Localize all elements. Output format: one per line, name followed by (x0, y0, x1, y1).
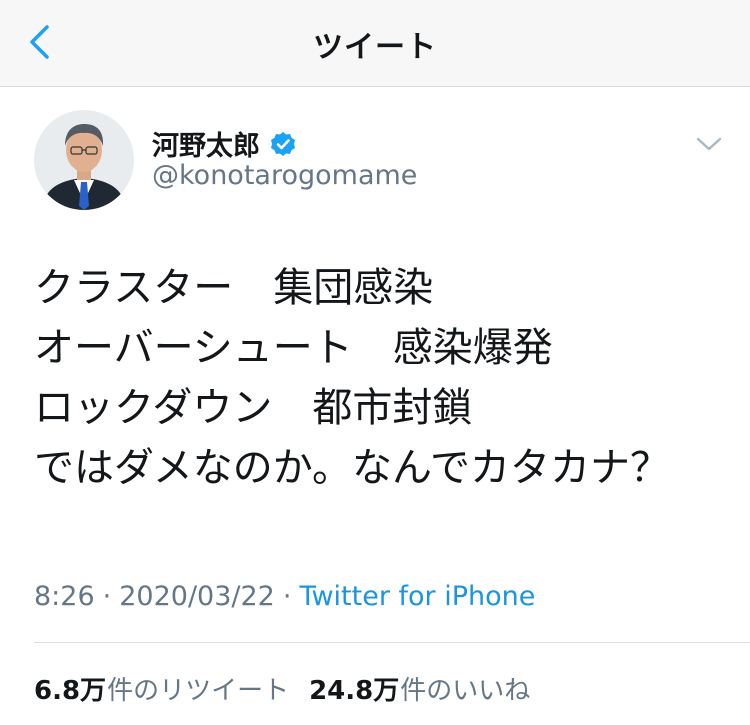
author-name[interactable]: 河野太郎 (152, 124, 260, 163)
likes-label: 件のいいね (400, 676, 531, 706)
tweet-menu-button[interactable] (694, 134, 724, 154)
author-handle[interactable]: @konotarogomame (152, 160, 417, 191)
tweet-source-link[interactable]: Twitter for iPhone (299, 581, 535, 612)
tweet-meta: 8:26 · 2020/03/22 · Twitter for iPhone (34, 581, 535, 612)
likes-stat[interactable]: 24.8万 件のいいね (309, 670, 530, 707)
author-name-row[interactable]: 河野太郎 (152, 124, 296, 163)
page-title: ツイート (313, 30, 437, 65)
tweet-line: ロックダウン 都市封鎖 (34, 385, 473, 431)
tweet-line: クラスター 集団感染 (34, 265, 434, 311)
retweets-count: 6.8万 (34, 676, 107, 706)
retweets-label: 件のリツイート (107, 676, 290, 706)
divider (34, 642, 750, 643)
retweets-stat[interactable]: 6.8万 件のリツイート (34, 670, 289, 707)
tweet-time: 8:26 (34, 581, 95, 612)
meta-separator: · (282, 581, 292, 612)
tweet-stats: 6.8万 件のリツイート 24.8万 件のいいね (34, 670, 530, 707)
chevron-down-icon (696, 137, 722, 151)
verified-badge-icon (271, 131, 295, 156)
meta-separator: · (102, 581, 112, 612)
tweet-text: クラスター 集団感染 オーバーシュート 感染爆発 ロックダウン 都市封鎖 ではダ… (34, 258, 724, 498)
tweet-line: オーバーシュート 感染爆発 (34, 325, 553, 371)
likes-count: 24.8万 (309, 676, 400, 706)
nav-header: ツイート (0, 0, 750, 87)
avatar[interactable] (34, 110, 134, 210)
tweet-date: 2020/03/22 (119, 581, 275, 612)
profile-photo (34, 110, 134, 210)
tweet-line: ではダメなのか。なんでカタカナ？ (34, 445, 670, 491)
